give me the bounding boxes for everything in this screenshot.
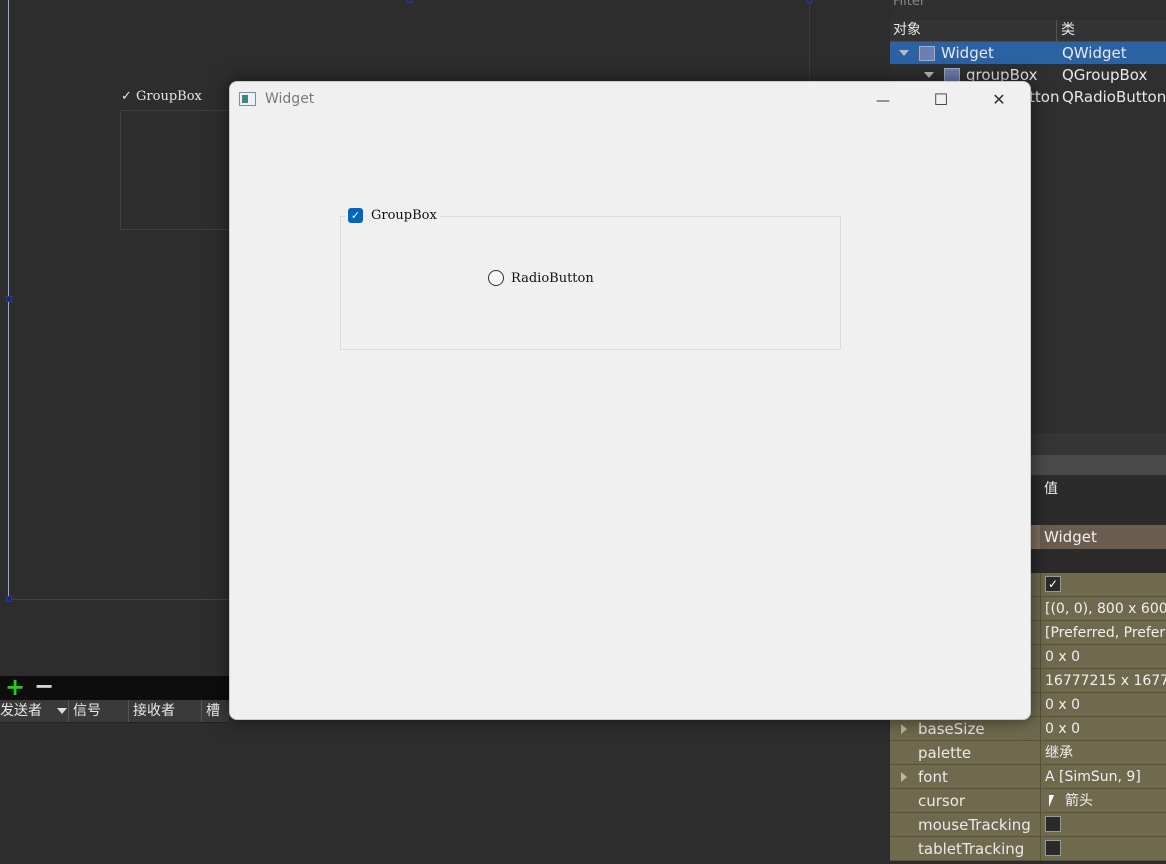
column-slot[interactable]: 槽 xyxy=(206,700,229,722)
remove-connection-icon[interactable]: − xyxy=(33,674,55,698)
object-class: QRadioButton xyxy=(1062,88,1166,106)
object-name: Widget xyxy=(941,44,994,62)
minimize-icon: — xyxy=(876,93,890,109)
property-name: baseSize xyxy=(918,720,985,738)
add-connection-icon[interactable]: + xyxy=(4,675,26,699)
object-class: QWidget xyxy=(1062,44,1127,62)
property-row-cursor[interactable]: cursor 箭头 xyxy=(890,789,1166,813)
groupbox-checkbox[interactable]: ✓ xyxy=(348,208,363,223)
app-window-icon xyxy=(239,92,256,106)
radio-label: RadioButton xyxy=(511,270,594,286)
close-icon: ✕ xyxy=(992,90,1006,109)
groupbox-title[interactable]: ✓ GroupBox xyxy=(345,208,440,223)
checkbox-checked-icon[interactable]: ✓ xyxy=(1045,576,1061,592)
property-value[interactable]: ✓ xyxy=(1040,573,1166,597)
designer-groupbox-frame[interactable] xyxy=(120,110,232,230)
resize-handle-left[interactable] xyxy=(6,296,12,302)
checkbox-unchecked-icon[interactable] xyxy=(1045,840,1061,856)
column-receiver[interactable]: 接收者 xyxy=(133,700,202,722)
property-value[interactable]: 0 x 0 xyxy=(1040,693,1166,717)
expand-arrow-icon[interactable] xyxy=(901,772,907,782)
object-filter-input[interactable]: Filter xyxy=(893,0,925,9)
property-value[interactable]: 继承 xyxy=(1040,741,1166,765)
column-sender[interactable]: 发送者 xyxy=(0,700,69,722)
objectname-value[interactable]: Widget xyxy=(1040,525,1166,549)
maximize-button[interactable]: ☐ xyxy=(912,82,970,118)
property-value[interactable]: [Preferred, Preferred xyxy=(1040,621,1166,645)
property-name: mouseTracking xyxy=(918,816,1031,834)
widget-icon xyxy=(919,46,935,61)
radio-circle-icon[interactable] xyxy=(488,270,504,286)
property-name: cursor xyxy=(918,792,966,810)
resize-handle-bottom-left[interactable] xyxy=(6,596,12,602)
property-name: palette xyxy=(918,744,972,762)
groupbox-label: GroupBox xyxy=(371,208,437,223)
property-row-tablettracking[interactable]: tabletTracking xyxy=(890,837,1166,861)
arrow-cursor-icon xyxy=(1049,795,1057,807)
property-value[interactable]: 0 x 0 xyxy=(1040,645,1166,669)
property-value[interactable] xyxy=(1040,837,1166,861)
expand-arrow-icon[interactable] xyxy=(924,72,934,78)
expand-arrow-icon[interactable] xyxy=(901,724,907,734)
maximize-icon: ☐ xyxy=(933,90,949,109)
property-value[interactable]: A [SimSun, 9] xyxy=(1040,765,1166,789)
property-row-mousetracking[interactable]: mouseTracking xyxy=(890,813,1166,837)
minimize-button[interactable]: — xyxy=(854,82,912,118)
object-name: tton xyxy=(1029,88,1060,106)
cursor-value: 箭头 xyxy=(1065,793,1093,809)
property-value[interactable]: [(0, 0), 800 x 600] xyxy=(1040,597,1166,621)
designer-groupbox-label[interactable]: ✓ GroupBox xyxy=(121,89,202,104)
close-button[interactable]: ✕ xyxy=(970,82,1028,118)
object-row-widget[interactable]: Widget QWidget xyxy=(890,42,1166,64)
checkbox-unchecked-icon[interactable] xyxy=(1045,816,1061,832)
value-column-header[interactable]: 值 xyxy=(1040,477,1166,501)
resize-handle-top-right[interactable] xyxy=(806,0,812,3)
object-column-header[interactable]: 对象 xyxy=(893,20,1057,41)
property-row-font[interactable]: font A [SimSun, 9] xyxy=(890,765,1166,789)
property-value[interactable]: 0 x 0 xyxy=(1040,717,1166,741)
radio-button[interactable]: RadioButton xyxy=(488,270,594,286)
property-name: tabletTracking xyxy=(918,840,1025,858)
property-value[interactable] xyxy=(1040,813,1166,837)
property-value[interactable]: 16777215 x 16777215 xyxy=(1040,669,1166,693)
expand-arrow-icon[interactable] xyxy=(899,50,909,56)
object-class: QGroupBox xyxy=(1062,66,1148,84)
column-sender-label: 发送者 xyxy=(0,703,42,719)
property-row-basesize[interactable]: baseSize 0 x 0 xyxy=(890,717,1166,741)
class-column-header[interactable]: 类 xyxy=(1061,20,1075,41)
property-value[interactable]: 箭头 xyxy=(1040,789,1166,813)
window-title: Widget xyxy=(265,91,315,107)
property-row-palette[interactable]: palette 继承 xyxy=(890,741,1166,765)
property-name: font xyxy=(918,768,948,786)
widget-window[interactable]: Widget — ☐ ✕ ✓ GroupBox RadioButton xyxy=(229,81,1031,720)
sort-down-icon xyxy=(57,708,67,714)
resize-handle-top[interactable] xyxy=(406,0,412,3)
column-signal[interactable]: 信号 xyxy=(73,700,129,722)
